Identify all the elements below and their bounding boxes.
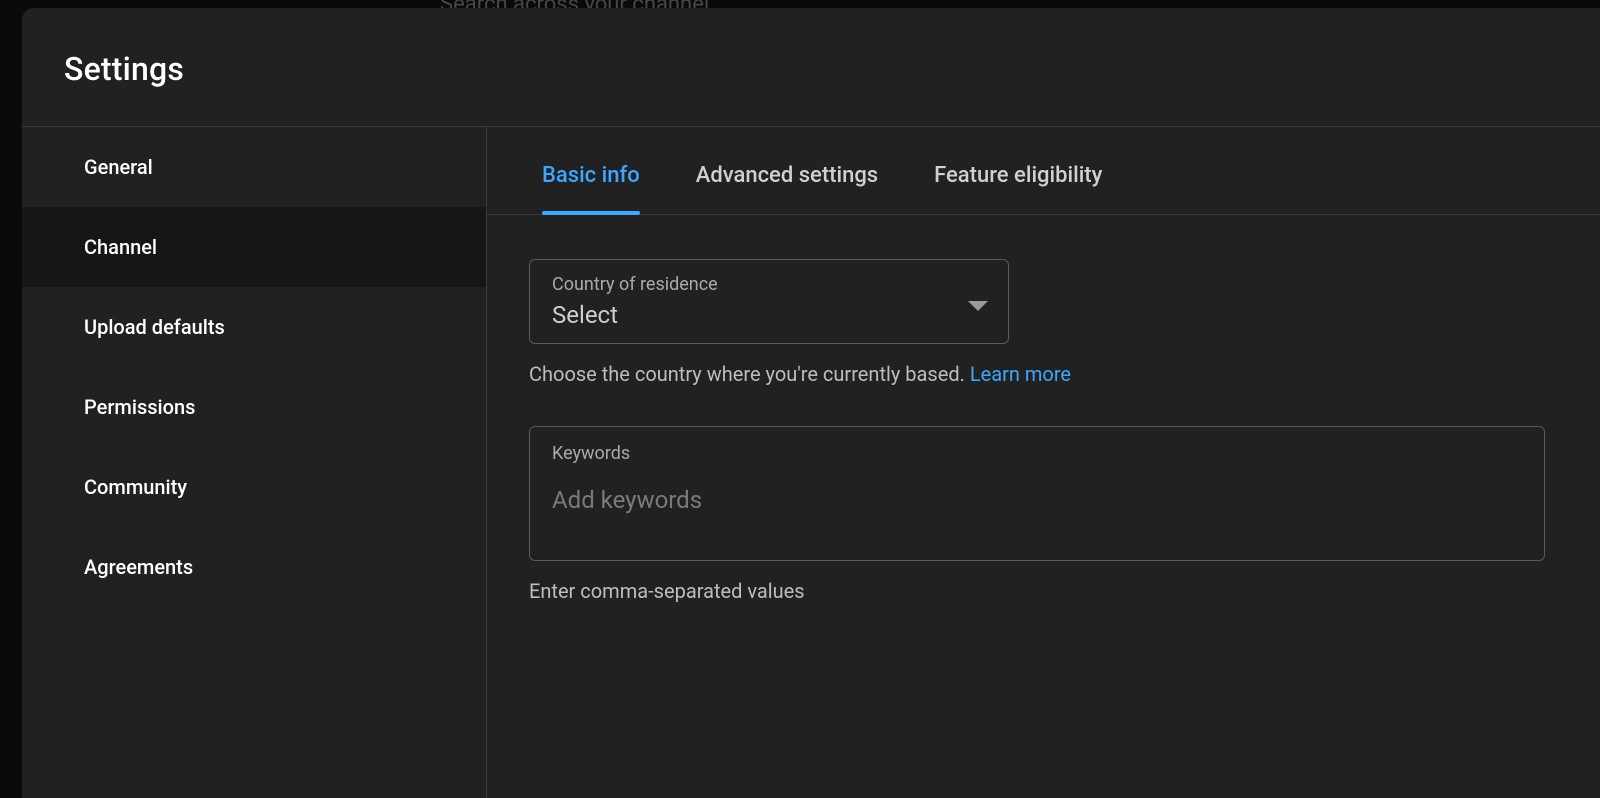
- dialog-header: Settings: [22, 8, 1600, 127]
- tab-feature-eligibility[interactable]: Feature eligibility: [934, 163, 1102, 214]
- sidebar-item-agreements[interactable]: Agreements: [22, 527, 486, 607]
- settings-sidebar: General Channel Upload defaults Permissi…: [22, 127, 487, 798]
- sidebar-item-channel[interactable]: Channel: [22, 207, 486, 287]
- country-helper-text: Choose the country where you're currentl…: [529, 362, 970, 386]
- keywords-label: Keywords: [552, 443, 1522, 464]
- keywords-helper: Enter comma-separated values: [529, 579, 1545, 603]
- country-learn-more-link[interactable]: Learn more: [970, 362, 1071, 386]
- tab-basic-info[interactable]: Basic info: [542, 163, 640, 214]
- basic-info-panel: Country of residence Select Choose the c…: [487, 215, 1600, 643]
- keywords-input[interactable]: [552, 486, 1522, 538]
- country-field: Country of residence Select Choose the c…: [529, 259, 1545, 386]
- dialog-body: General Channel Upload defaults Permissi…: [22, 127, 1600, 798]
- country-value: Select: [552, 301, 718, 329]
- keywords-field: Keywords Enter comma-separated values: [529, 426, 1545, 603]
- country-helper: Choose the country where you're currentl…: [529, 362, 1545, 386]
- chevron-down-icon: [968, 301, 988, 311]
- sidebar-item-upload-defaults[interactable]: Upload defaults: [22, 287, 486, 367]
- country-label: Country of residence: [552, 274, 718, 295]
- settings-content: Basic info Advanced settings Feature eli…: [487, 127, 1600, 798]
- sidebar-item-community[interactable]: Community: [22, 447, 486, 527]
- sidebar-item-permissions[interactable]: Permissions: [22, 367, 486, 447]
- keywords-box[interactable]: Keywords: [529, 426, 1545, 561]
- tab-advanced-settings[interactable]: Advanced settings: [696, 163, 878, 214]
- country-select[interactable]: Country of residence Select: [529, 259, 1009, 344]
- tab-bar: Basic info Advanced settings Feature eli…: [487, 127, 1600, 215]
- sidebar-item-general[interactable]: General: [22, 127, 486, 207]
- settings-dialog: Settings General Channel Upload defaults…: [22, 8, 1600, 798]
- dialog-title: Settings: [64, 50, 1600, 88]
